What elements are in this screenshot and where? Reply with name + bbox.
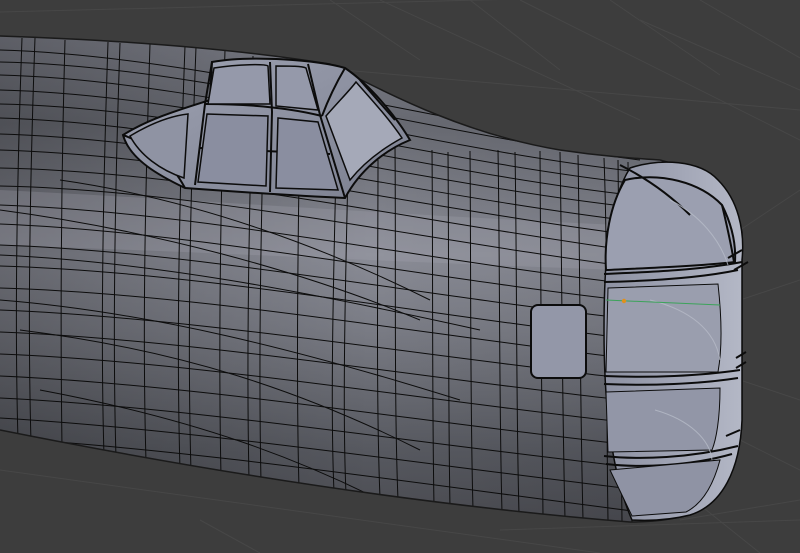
side-window[interactable] (530, 304, 587, 379)
selected-vertex[interactable] (621, 298, 627, 304)
3d-viewport[interactable] (0, 0, 800, 553)
nose-glazing[interactable] (603, 161, 744, 522)
viewport-canvas[interactable] (0, 0, 800, 553)
